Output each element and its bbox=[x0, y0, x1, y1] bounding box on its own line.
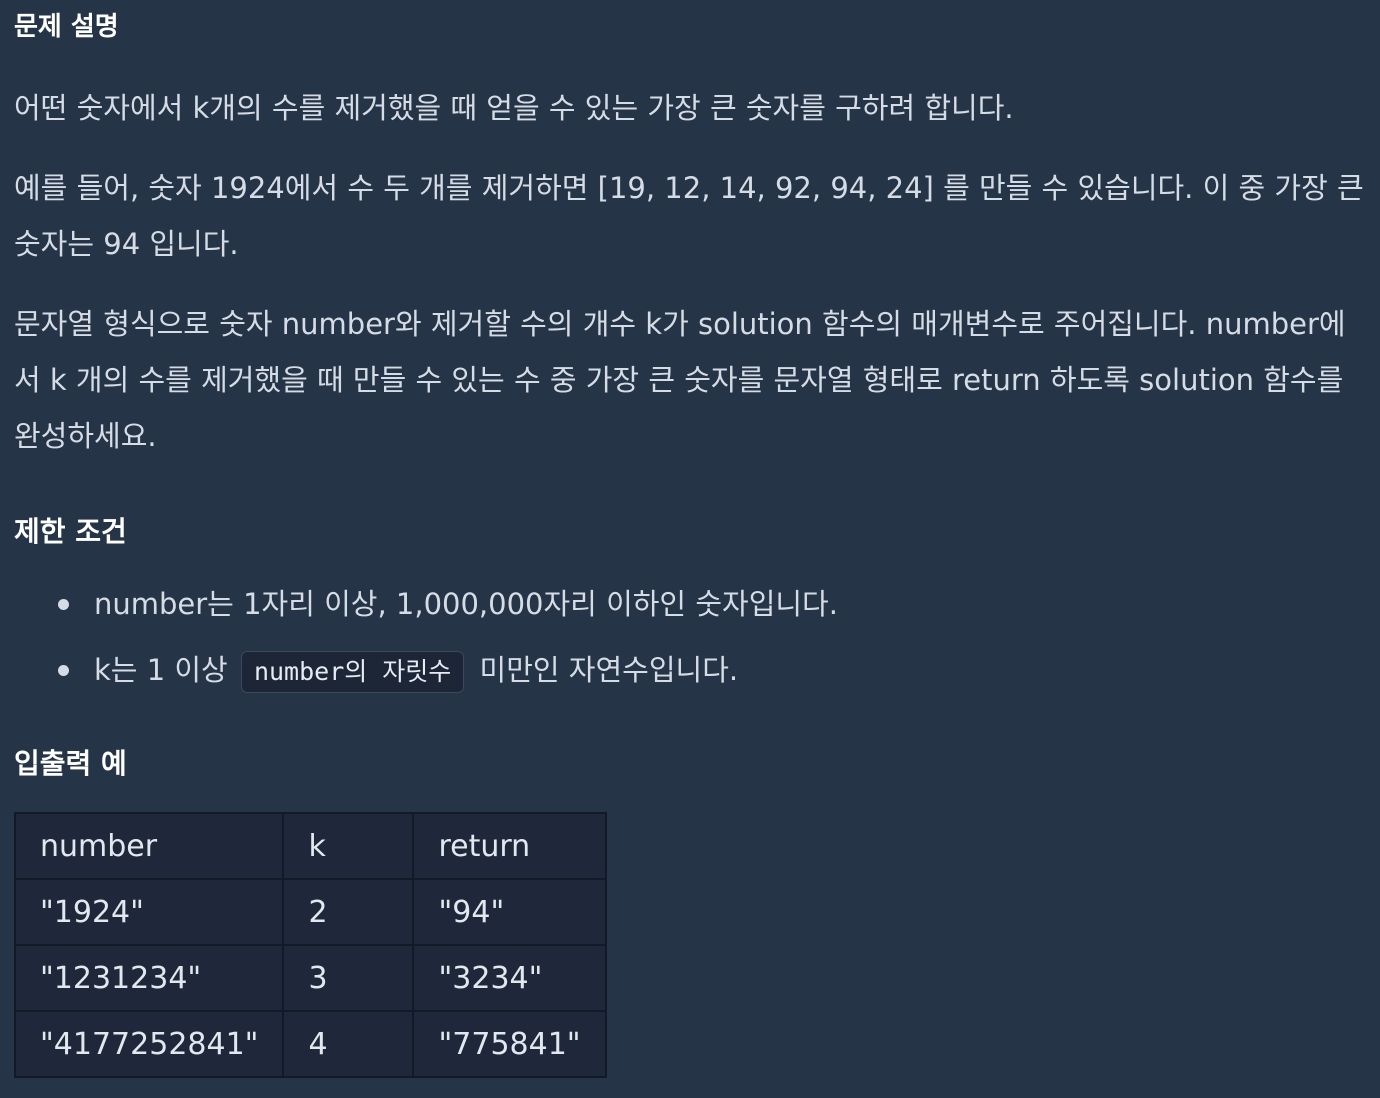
cell-k: 4 bbox=[282, 1010, 415, 1078]
table-row: "1924" 2 "94" bbox=[13, 878, 607, 946]
column-header-k: k bbox=[282, 812, 415, 880]
problem-page: 문제 설명 어떤 숫자에서 k개의 수를 제거했을 때 얻을 수 있는 가장 큰… bbox=[0, 0, 1380, 1098]
description-paragraph-1: 어떤 숫자에서 k개의 수를 제거했을 때 얻을 수 있는 가장 큰 숫자를 구… bbox=[14, 91, 1014, 125]
examples-heading: 입출력 예 bbox=[14, 747, 127, 780]
bullet-icon bbox=[58, 599, 69, 610]
problem-title: 문제 설명 bbox=[14, 12, 119, 42]
cell-return: "94" bbox=[412, 878, 607, 946]
bullet-icon bbox=[58, 665, 69, 676]
cell-return: "3234" bbox=[412, 944, 607, 1012]
inline-code: number의 자릿수 bbox=[240, 651, 465, 693]
column-header-number: number bbox=[13, 812, 285, 880]
table-row: "4177252841" 4 "775841" bbox=[13, 1010, 607, 1078]
cell-number: "4177252841" bbox=[13, 1010, 285, 1078]
table-header-row: number k return bbox=[13, 812, 607, 880]
cell-k: 3 bbox=[282, 944, 415, 1012]
column-header-return: return bbox=[412, 812, 607, 880]
cell-number: "1231234" bbox=[13, 944, 285, 1012]
examples-table: number k return "1924" 2 "94" "1231234" … bbox=[13, 812, 607, 1078]
description-paragraph-3: 문자열 형식으로 숫자 number와 제거할 수의 개수 k가 solutio… bbox=[14, 307, 1346, 453]
limit-item-text-after: 미만인 자연수입니다. bbox=[479, 653, 739, 687]
limits-heading: 제한 조건 bbox=[14, 515, 127, 548]
cell-number: "1924" bbox=[13, 878, 285, 946]
cell-return: "775841" bbox=[412, 1010, 607, 1078]
limit-item-text: number는 1자리 이상, 1,000,000자리 이하인 숫자입니다. bbox=[94, 587, 838, 621]
table-row: "1231234" 3 "3234" bbox=[13, 944, 607, 1012]
limits-list: number는 1자리 이상, 1,000,000자리 이하인 숫자입니다. k… bbox=[0, 576, 838, 708]
cell-k: 2 bbox=[282, 878, 415, 946]
limit-item-k: k는 1 이상 number의 자릿수 미만인 자연수입니다. bbox=[0, 642, 838, 708]
limit-item-text-before: k는 1 이상 bbox=[94, 653, 228, 687]
description-paragraph-2: 예를 들어, 숫자 1924에서 수 두 개를 제거하면 [19, 12, 14… bbox=[14, 171, 1364, 261]
limit-item-number: number는 1자리 이상, 1,000,000자리 이하인 숫자입니다. bbox=[0, 576, 838, 642]
